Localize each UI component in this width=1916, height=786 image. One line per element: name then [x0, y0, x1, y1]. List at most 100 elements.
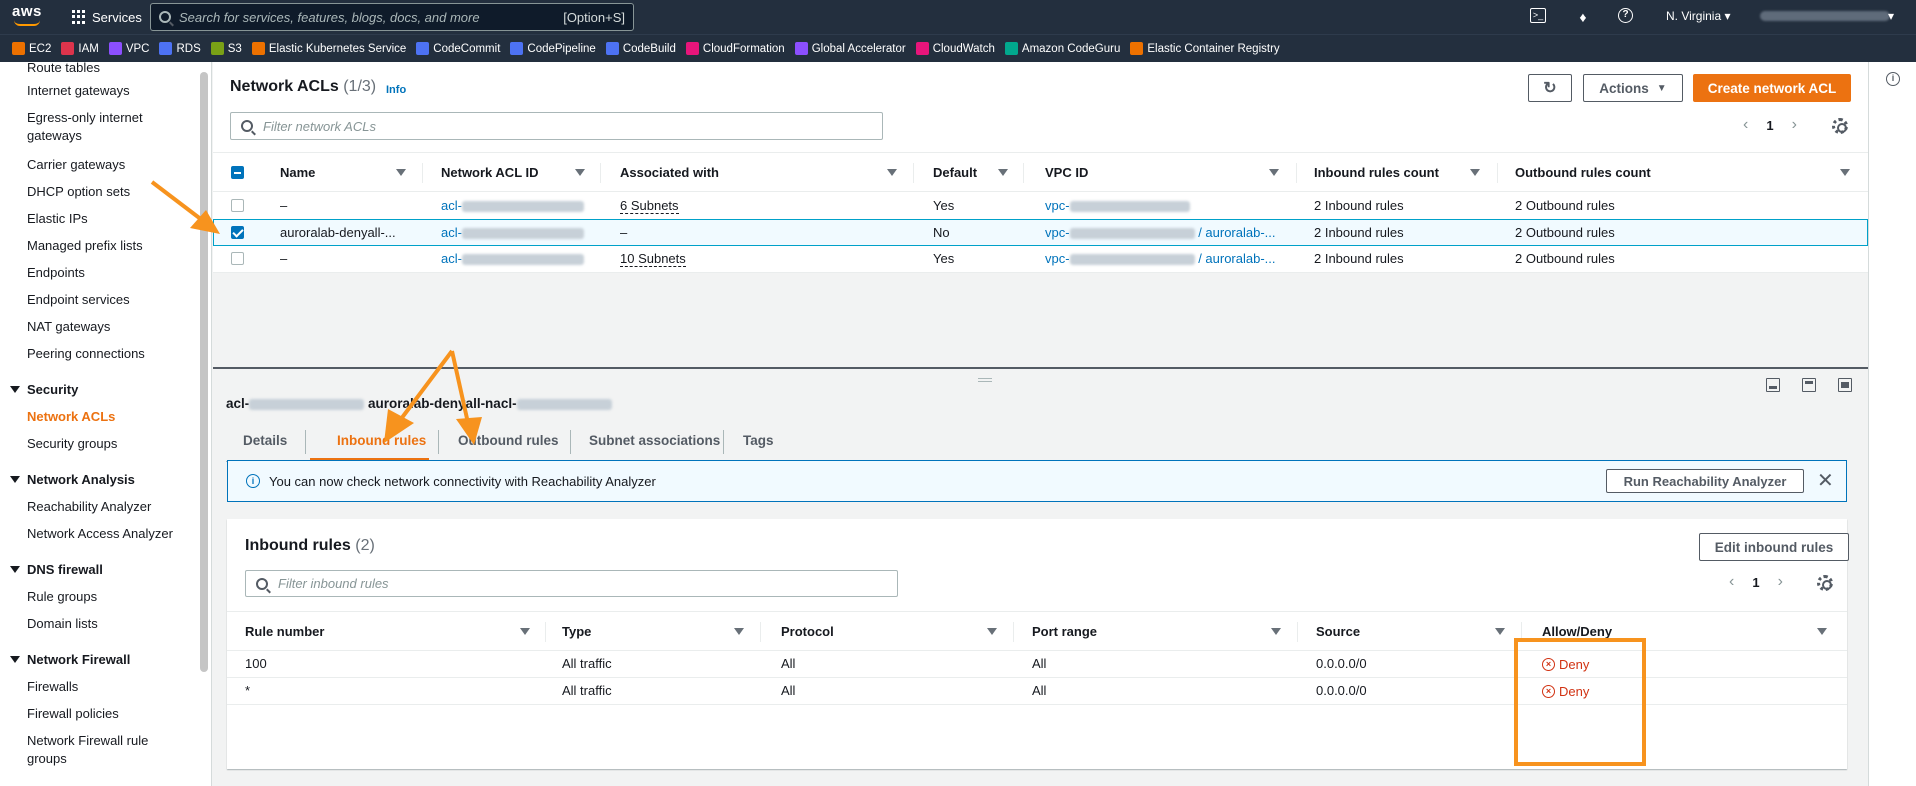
sort-icon[interactable]: [1470, 169, 1480, 176]
sidebar-section-security[interactable]: Security: [10, 382, 78, 397]
bell-icon[interactable]: ♦: [1574, 8, 1592, 26]
column-header-rule-number[interactable]: Rule number: [245, 624, 324, 639]
chevron-left-icon[interactable]: ‹: [1743, 116, 1748, 134]
column-header-vpc-id[interactable]: VPC ID: [1045, 165, 1088, 180]
sort-icon[interactable]: [1495, 628, 1505, 635]
column-header-name[interactable]: Name: [280, 165, 315, 180]
favorite-vpc[interactable]: VPC: [108, 42, 149, 55]
filter-inbound-rules-input[interactable]: Filter inbound rules: [245, 570, 898, 597]
tab-tags[interactable]: Tags: [743, 433, 774, 448]
column-header-outbound-count[interactable]: Outbound rules count: [1515, 165, 1651, 180]
sidebar-item-endpoints[interactable]: Endpoints: [27, 264, 187, 282]
column-header-protocol[interactable]: Protocol: [781, 624, 834, 639]
favorite-elastic-kubernetes-service[interactable]: Elastic Kubernetes Service: [251, 42, 406, 55]
sidebar-item-reachability-analyzer[interactable]: Reachability Analyzer: [27, 498, 187, 516]
sidebar-item-endpoint-services[interactable]: Endpoint services: [27, 291, 187, 309]
full-view-icon[interactable]: [1838, 378, 1852, 392]
services-menu-button[interactable]: Services: [72, 6, 142, 28]
page-number[interactable]: 1: [1766, 118, 1773, 133]
sort-icon[interactable]: [396, 169, 406, 176]
sidebar-item-domain-lists[interactable]: Domain lists: [27, 615, 187, 633]
row-checkbox[interactable]: [231, 199, 244, 212]
filter-network-acls-input[interactable]: Filter network ACLs: [230, 112, 883, 140]
sidebar-section-dns-firewall[interactable]: DNS firewall: [10, 562, 103, 577]
row-checkbox[interactable]: [231, 226, 244, 239]
sidebar-section-network-firewall[interactable]: Network Firewall: [10, 652, 130, 667]
sort-icon[interactable]: [734, 628, 744, 635]
settings-gear-icon[interactable]: [1817, 575, 1833, 591]
column-header-default[interactable]: Default: [933, 165, 977, 180]
sidebar-item-internet-gateways[interactable]: Internet gateways: [27, 82, 187, 100]
sidebar-item-security-groups[interactable]: Security groups: [27, 435, 187, 453]
sidebar-item-rule-groups[interactable]: Rule groups: [27, 588, 187, 606]
sidebar-item-firewalls[interactable]: Firewalls: [27, 678, 187, 696]
split-view-bottom-icon[interactable]: [1766, 378, 1780, 392]
cell-acl-id-link[interactable]: acl-: [441, 198, 584, 213]
favorite-codecommit[interactable]: CodeCommit: [416, 42, 500, 55]
run-reachability-analyzer-button[interactable]: Run Reachability Analyzer: [1606, 469, 1804, 493]
refresh-button[interactable]: ↻: [1528, 74, 1572, 102]
cell-vpc-id-link[interactable]: vpc- / auroralab-...: [1045, 225, 1276, 240]
select-all-checkbox[interactable]: [231, 166, 244, 179]
sort-icon[interactable]: [575, 169, 585, 176]
column-header-associated[interactable]: Associated with: [620, 165, 719, 180]
region-selector[interactable]: N. Virginia ▾: [1666, 9, 1731, 23]
sort-icon[interactable]: [998, 169, 1008, 176]
page-number[interactable]: 1: [1752, 575, 1759, 590]
sort-icon[interactable]: [520, 628, 530, 635]
column-header-acl-id[interactable]: Network ACL ID: [441, 165, 539, 180]
close-icon[interactable]: ✕: [1817, 471, 1834, 491]
favorite-cloudformation[interactable]: CloudFormation: [685, 42, 785, 55]
edit-inbound-rules-button[interactable]: Edit inbound rules: [1699, 533, 1849, 561]
sidebar-item-nat-gateways[interactable]: NAT gateways: [27, 318, 187, 336]
favorite-global-accelerator[interactable]: Global Accelerator: [794, 42, 906, 55]
favorite-s3[interactable]: S3: [210, 42, 242, 55]
favorite-iam[interactable]: IAM: [61, 42, 99, 55]
search-input[interactable]: Search for services, features, blogs, do…: [150, 3, 634, 31]
sidebar-item-egress-only-gateways[interactable]: Egress-only internet gateways: [27, 109, 167, 145]
cell-vpc-id-link[interactable]: vpc-: [1045, 198, 1190, 213]
settings-gear-icon[interactable]: [1832, 118, 1848, 134]
sidebar-item-network-access-analyzer[interactable]: Network Access Analyzer: [27, 525, 187, 543]
cell-associated[interactable]: 10 Subnets: [620, 251, 686, 267]
chevron-left-icon[interactable]: ‹: [1729, 573, 1734, 591]
actions-button[interactable]: Actions ▼: [1583, 74, 1683, 102]
favorite-codepipeline[interactable]: CodePipeline: [510, 42, 596, 55]
cell-associated[interactable]: 6 Subnets: [620, 198, 679, 214]
table-row[interactable]: – acl- 10 Subnets Yes vpc- / auroralab-.…: [213, 246, 1868, 273]
column-header-type[interactable]: Type: [562, 624, 591, 639]
cell-acl-id-link[interactable]: acl-: [441, 251, 584, 266]
sort-icon[interactable]: [1817, 628, 1827, 635]
info-icon[interactable]: i: [1886, 72, 1900, 86]
sort-icon[interactable]: [987, 628, 997, 635]
sort-icon[interactable]: [1840, 169, 1850, 176]
sidebar-item-peering-connections[interactable]: Peering connections: [27, 345, 187, 363]
table-row-selected[interactable]: auroralab-denyall-... acl- – No vpc- / a…: [213, 219, 1868, 246]
favorite-amazon-codeguru[interactable]: Amazon CodeGuru: [1004, 42, 1120, 55]
sort-icon[interactable]: [887, 169, 897, 176]
tab-subnet-associations[interactable]: Subnet associations: [589, 433, 720, 448]
favorite-ec2[interactable]: EC2: [12, 42, 51, 55]
cell-acl-id-link[interactable]: acl-: [441, 225, 584, 240]
info-link[interactable]: Info: [386, 84, 406, 96]
sidebar-scrollbar[interactable]: [200, 72, 208, 672]
sort-icon[interactable]: [1269, 169, 1279, 176]
chevron-right-icon[interactable]: ›: [1792, 116, 1797, 134]
favorite-rds[interactable]: RDS: [159, 42, 201, 55]
split-view-side-icon[interactable]: [1802, 378, 1816, 392]
row-checkbox[interactable]: [231, 252, 244, 265]
account-menu[interactable]: [1760, 11, 1890, 21]
help-icon[interactable]: ?: [1618, 8, 1633, 23]
favorite-cloudwatch[interactable]: CloudWatch: [915, 42, 995, 55]
favorite-elastic-container-registry[interactable]: Elastic Container Registry: [1130, 42, 1280, 55]
table-row[interactable]: – acl- 6 Subnets Yes vpc- 2 Inbound rule…: [213, 193, 1868, 220]
favorite-codebuild[interactable]: CodeBuild: [605, 42, 676, 55]
sort-icon[interactable]: [1271, 628, 1281, 635]
column-header-source[interactable]: Source: [1316, 624, 1360, 639]
aws-logo[interactable]: aws: [12, 4, 46, 28]
sidebar-section-network-analysis[interactable]: Network Analysis: [10, 472, 135, 487]
column-header-allow-deny[interactable]: Allow/Deny: [1542, 624, 1612, 639]
column-header-inbound-count[interactable]: Inbound rules count: [1314, 165, 1439, 180]
cell-vpc-id-link[interactable]: vpc- / auroralab-...: [1045, 251, 1276, 266]
cloudshell-icon[interactable]: >_: [1530, 8, 1546, 23]
